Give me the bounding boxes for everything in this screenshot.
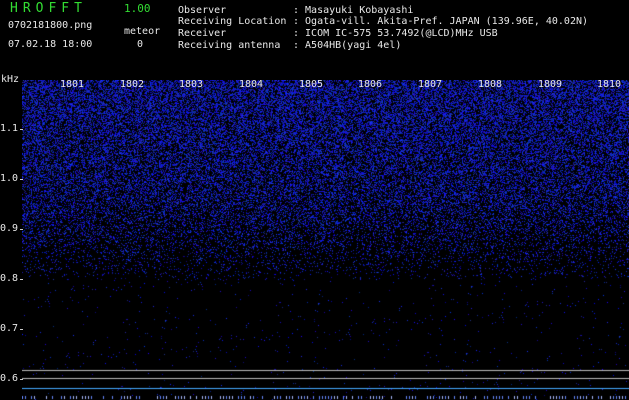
hour-label: 1805: [299, 79, 324, 90]
hour-label: 1803: [179, 79, 204, 90]
info-label-antenna: Receiving antenna: [178, 40, 281, 51]
hour-label: 1801: [60, 79, 85, 90]
freq-label: 0.8: [0, 273, 19, 284]
hour-label: 1806: [358, 79, 383, 90]
info-label-receiver: Receiver: [178, 28, 227, 39]
info-value-antenna: : A504HB(yagi 4el): [293, 40, 402, 51]
freq-tick: [20, 379, 23, 380]
freq-label: 0.9: [0, 223, 19, 234]
freq-tick: [20, 129, 23, 130]
freq-tick: [20, 279, 23, 280]
freq-label: 1.1: [0, 123, 19, 134]
app-title: HROFFT: [10, 1, 87, 16]
info-label-location: Receiving Location: [178, 16, 287, 27]
meteor-count: 0: [137, 39, 144, 50]
freq-tick: [20, 179, 23, 180]
info-label-observer: Observer: [178, 5, 227, 16]
meteor-label: meteor: [124, 26, 161, 37]
datetime: 07.02.18 18:00: [8, 39, 93, 50]
freq-unit-label: kHz: [1, 74, 20, 85]
spectrogram: [22, 80, 629, 400]
hour-label: 1802: [120, 79, 145, 90]
hour-label: 1810: [597, 79, 622, 90]
file-name: 0702181800.png: [8, 20, 93, 31]
hour-label: 1809: [538, 79, 563, 90]
hour-label: 1807: [418, 79, 443, 90]
freq-tick: [20, 329, 23, 330]
app-version: 1.00: [124, 2, 151, 15]
info-value-observer: : Masayuki Kobayashi: [293, 5, 414, 16]
info-value-receiver: : ICOM IC-575 53.7492(@LCD)MHz USB: [293, 28, 498, 39]
hour-label: 1808: [478, 79, 503, 90]
freq-label: 0.6: [0, 373, 19, 384]
freq-label: 0.7: [0, 323, 19, 334]
info-value-location: : Ogata-vill. Akita-Pref. JAPAN (139.96E…: [293, 16, 589, 27]
freq-tick: [20, 229, 23, 230]
freq-label: 1.0: [0, 173, 19, 184]
hour-label: 1804: [239, 79, 264, 90]
